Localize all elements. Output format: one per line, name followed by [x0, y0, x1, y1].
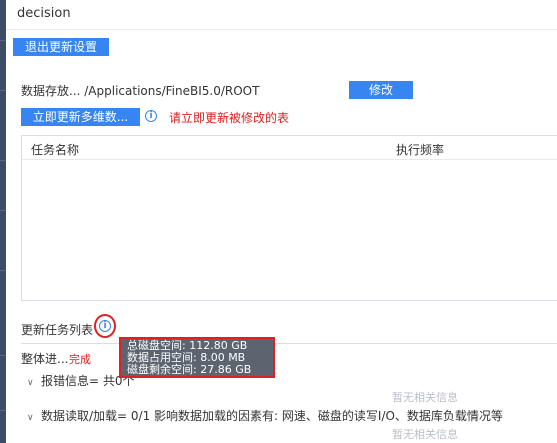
column-header-frequency: 执行频率 — [396, 143, 445, 157]
task-list-label: 更新任务列表 — [21, 323, 94, 337]
overall-progress-label: 整体进... — [21, 352, 69, 366]
task-table: 任务名称 执行频率 — [21, 135, 557, 301]
exit-update-settings-button[interactable]: 退出更新设置 — [13, 38, 109, 56]
update-warning-text: 请立即更新被修改的表 — [169, 111, 290, 125]
divider — [21, 343, 557, 344]
empty-placeholder: 暂无相关信息 — [392, 391, 458, 404]
progress-status: 完成 — [69, 353, 91, 366]
empty-placeholder: 暂无相关信息 — [392, 428, 458, 441]
chevron-down-icon[interactable]: ∨ — [27, 413, 37, 423]
info-icon[interactable]: i — [145, 110, 157, 122]
table-header: 任务名称 执行频率 — [22, 136, 557, 160]
highlight-circle — [94, 314, 116, 338]
data-load-label: 数据读取/加载= 0/1 影响数据加载的因素有: 网速、磁盘的读写I/O、数据库… — [41, 409, 503, 423]
tooltip-disk-free: 磁盘剩余空间: 27.86 GB — [127, 363, 252, 376]
disk-space-tooltip: 总磁盘空间: 112.80 GB 数据占用空间: 8.00 MB 磁盘剩余空间:… — [119, 337, 275, 378]
chevron-down-icon[interactable]: ∨ — [27, 378, 37, 388]
storage-path-label: 数据存放... /Applications/FineBI5.0/ROOT — [21, 84, 260, 98]
update-settings-panel: 退出更新设置 数据存放... /Applications/FineBI5.0/R… — [6, 31, 557, 443]
top-bar: decision — [6, 0, 557, 30]
app-title: decision — [17, 6, 71, 21]
data-load-section[interactable]: ∨ 数据读取/加载= 0/1 影响数据加载的因素有: 网速、磁盘的读写I/O、数据… — [27, 407, 503, 424]
modify-path-button[interactable]: 修改 — [349, 81, 413, 99]
column-header-task-name: 任务名称 — [31, 143, 80, 157]
update-now-button[interactable]: 立即更新多维数... — [21, 108, 140, 126]
